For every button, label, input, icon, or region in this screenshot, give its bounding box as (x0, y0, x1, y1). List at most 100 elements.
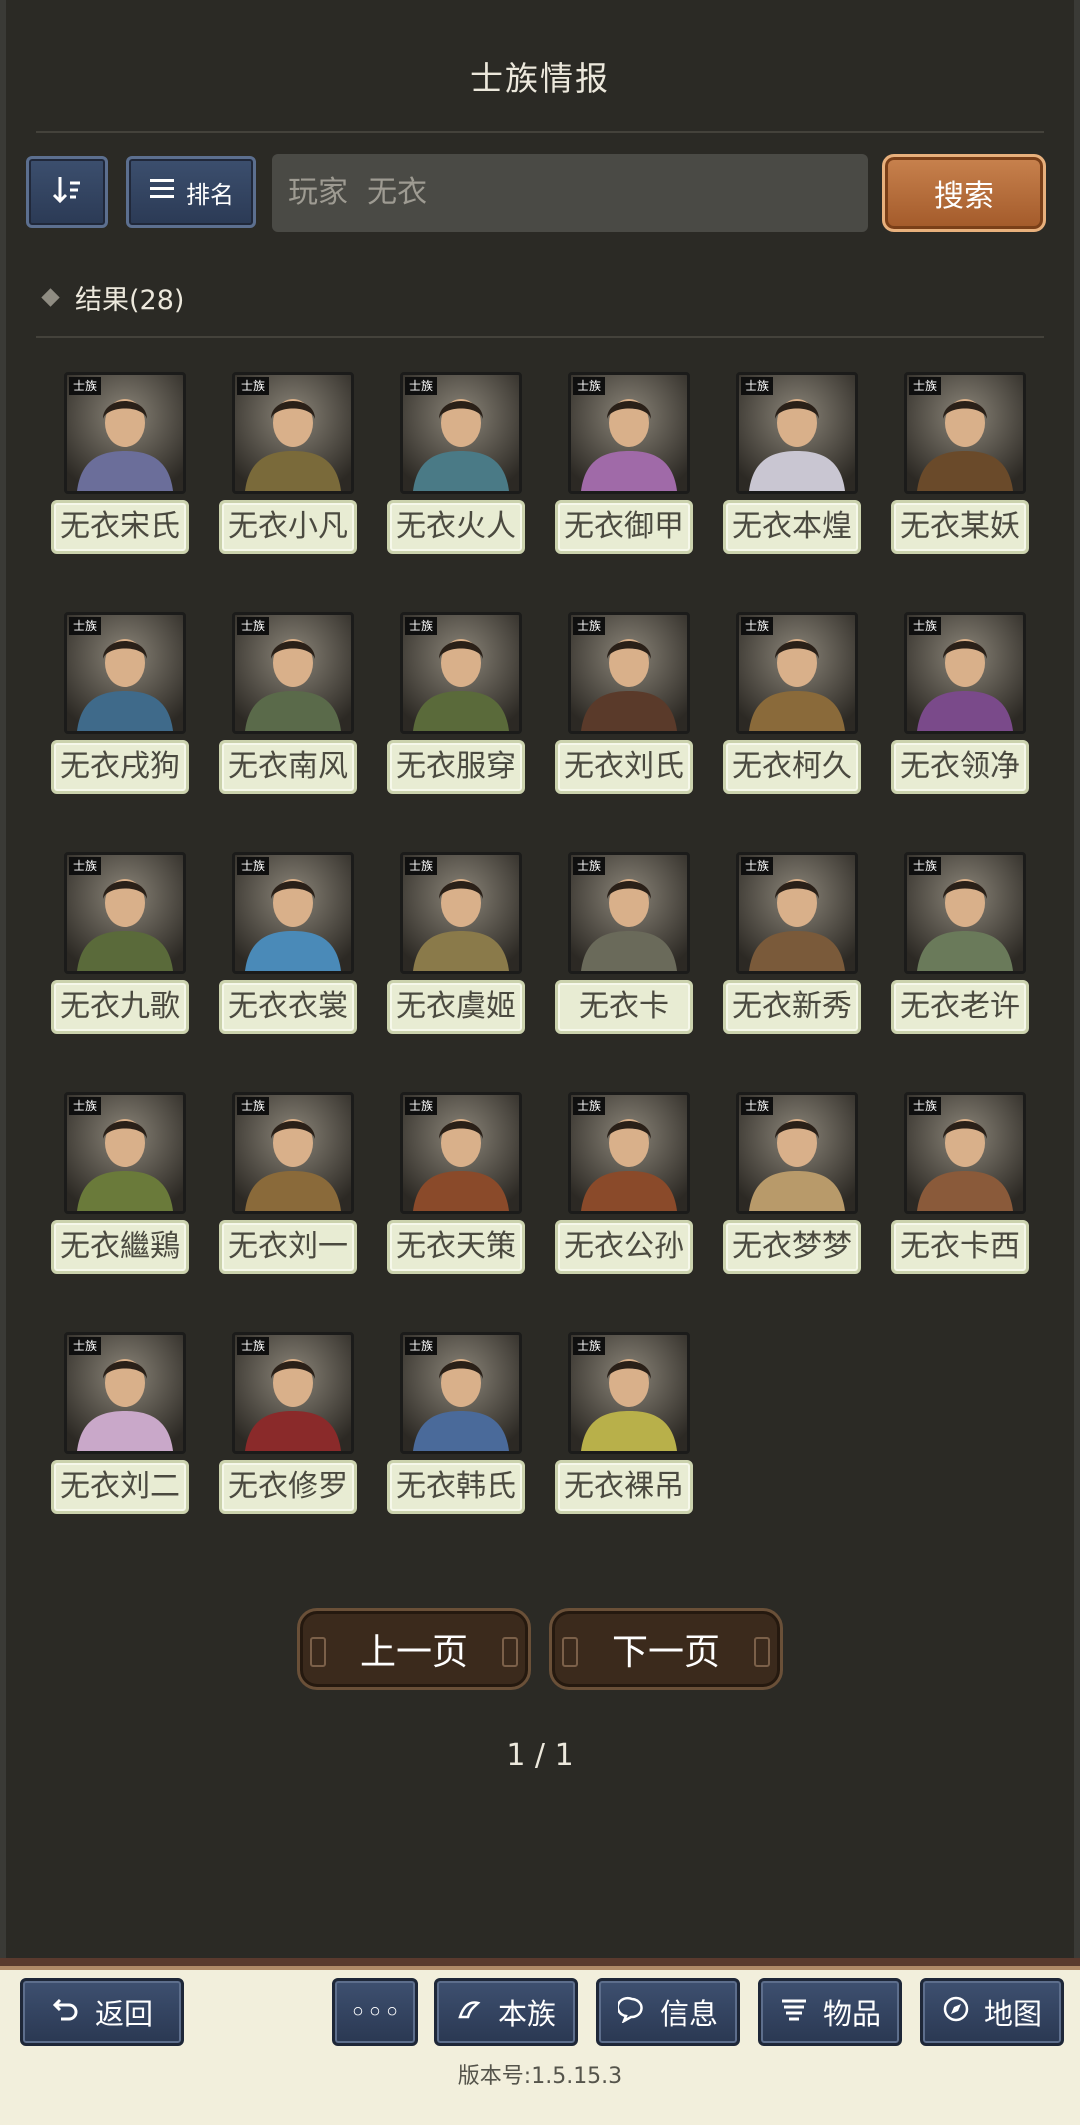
portrait-image[interactable]: 士族 (568, 1332, 690, 1454)
portrait-image[interactable]: 士族 (904, 852, 1026, 974)
member-name[interactable]: 无衣九歌 (51, 980, 189, 1034)
portrait-image[interactable]: 士族 (736, 612, 858, 734)
member-card[interactable]: 士族无衣服穿 (387, 612, 527, 812)
member-card[interactable]: 士族无衣新秀 (723, 852, 863, 1052)
next-page-button[interactable]: 下一页 (549, 1608, 783, 1690)
member-card[interactable]: 士族无衣裸吊 (555, 1332, 695, 1532)
member-card[interactable]: 士族无衣刘氏 (555, 612, 695, 812)
portrait-image[interactable]: 士族 (568, 612, 690, 734)
member-name[interactable]: 无衣修罗 (219, 1460, 357, 1514)
member-card[interactable]: 士族无衣公孙 (555, 1092, 695, 1292)
member-card[interactable]: 士族无衣戌狗 (51, 612, 191, 812)
member-name[interactable]: 无衣公孙 (555, 1220, 693, 1274)
member-card[interactable]: 士族无衣小凡 (219, 372, 359, 572)
member-card[interactable]: 士族无衣天策 (387, 1092, 527, 1292)
member-card[interactable]: 士族无衣领净 (891, 612, 1031, 812)
portrait-image[interactable]: 士族 (904, 1092, 1026, 1214)
member-card[interactable]: 士族无衣本煌 (723, 372, 863, 572)
member-name[interactable]: 无衣戌狗 (51, 740, 189, 794)
compass-icon (942, 1995, 970, 2030)
member-name[interactable]: 无衣宋氏 (51, 500, 189, 554)
member-card[interactable]: 士族无衣卡 (555, 852, 695, 1052)
info-button[interactable]: 信息 (596, 1978, 740, 2046)
portrait-image[interactable]: 士族 (232, 612, 354, 734)
portrait-image[interactable]: 士族 (232, 1092, 354, 1214)
more-button[interactable]: ◦◦◦ (332, 1978, 418, 2046)
portrait-image[interactable]: 士族 (568, 372, 690, 494)
member-card[interactable]: 士族无衣某妖 (891, 372, 1031, 572)
prev-page-button[interactable]: 上一页 (297, 1608, 531, 1690)
member-name[interactable]: 无衣天策 (387, 1220, 525, 1274)
bar-border (0, 1966, 1080, 1970)
portrait-image[interactable]: 士族 (736, 1092, 858, 1214)
member-card[interactable]: 士族无衣柯久 (723, 612, 863, 812)
member-card[interactable]: 士族无衣老许 (891, 852, 1031, 1052)
search-input[interactable] (272, 154, 868, 232)
member-name[interactable]: 无衣柯久 (723, 740, 861, 794)
member-name[interactable]: 无衣领净 (891, 740, 1029, 794)
member-name[interactable]: 无衣某妖 (891, 500, 1029, 554)
member-name[interactable]: 无衣衣裳 (219, 980, 357, 1034)
portrait-image[interactable]: 士族 (400, 612, 522, 734)
portrait-image[interactable]: 士族 (400, 1092, 522, 1214)
member-card[interactable]: 士族无衣韩氏 (387, 1332, 527, 1532)
portrait-image[interactable]: 士族 (64, 372, 186, 494)
member-name[interactable]: 无衣卡西 (891, 1220, 1029, 1274)
member-name[interactable]: 无衣刘二 (51, 1460, 189, 1514)
member-card[interactable]: 士族无衣南风 (219, 612, 359, 812)
rank-button[interactable]: 排名 (126, 156, 256, 228)
member-name[interactable]: 无衣服穿 (387, 740, 525, 794)
portrait-image[interactable]: 士族 (64, 612, 186, 734)
member-name[interactable]: 无衣虞姬 (387, 980, 525, 1034)
clan-tag: 士族 (69, 1097, 102, 1115)
member-card[interactable]: 士族无衣九歌 (51, 852, 191, 1052)
member-name[interactable]: 无衣梦梦 (723, 1220, 861, 1274)
member-name[interactable]: 无衣刘氏 (555, 740, 693, 794)
portrait-image[interactable]: 士族 (400, 372, 522, 494)
member-name[interactable]: 无衣本煌 (723, 500, 861, 554)
member-card[interactable]: 士族无衣刘二 (51, 1332, 191, 1532)
member-card[interactable]: 士族无衣衣裳 (219, 852, 359, 1052)
portrait-image[interactable]: 士族 (736, 372, 858, 494)
portrait-image[interactable]: 士族 (904, 372, 1026, 494)
portrait-image[interactable]: 士族 (232, 1332, 354, 1454)
back-button[interactable]: 返回 (20, 1978, 184, 2046)
portrait-image[interactable]: 士族 (64, 1092, 186, 1214)
member-card[interactable]: 士族无衣御甲 (555, 372, 695, 572)
portrait-image[interactable]: 士族 (232, 372, 354, 494)
member-card[interactable]: 士族无衣火人 (387, 372, 527, 572)
clan-tag: 士族 (237, 377, 270, 395)
member-name[interactable]: 无衣小凡 (219, 500, 357, 554)
member-name[interactable]: 无衣新秀 (723, 980, 861, 1034)
portrait-image[interactable]: 士族 (64, 852, 186, 974)
member-name[interactable]: 无衣卡 (555, 980, 693, 1034)
member-name[interactable]: 无衣御甲 (555, 500, 693, 554)
member-card[interactable]: 士族无衣宋氏 (51, 372, 191, 572)
member-name[interactable]: 无衣火人 (387, 500, 525, 554)
clan-button[interactable]: 本族 (434, 1978, 578, 2046)
portrait-image[interactable]: 士族 (904, 612, 1026, 734)
portrait-image[interactable]: 士族 (64, 1332, 186, 1454)
member-name[interactable]: 无衣南风 (219, 740, 357, 794)
portrait-image[interactable]: 士族 (568, 1092, 690, 1214)
portrait-image[interactable]: 士族 (400, 1332, 522, 1454)
member-name[interactable]: 无衣刘一 (219, 1220, 357, 1274)
search-button[interactable]: 搜索 (882, 154, 1046, 232)
member-name[interactable]: 无衣老许 (891, 980, 1029, 1034)
portrait-image[interactable]: 士族 (568, 852, 690, 974)
member-card[interactable]: 士族无衣修罗 (219, 1332, 359, 1532)
portrait-image[interactable]: 士族 (736, 852, 858, 974)
member-card[interactable]: 士族无衣虞姬 (387, 852, 527, 1052)
member-name[interactable]: 无衣繼鶏 (51, 1220, 189, 1274)
portrait-image[interactable]: 士族 (400, 852, 522, 974)
portrait-image[interactable]: 士族 (232, 852, 354, 974)
member-card[interactable]: 士族无衣梦梦 (723, 1092, 863, 1292)
member-name[interactable]: 无衣韩氏 (387, 1460, 525, 1514)
map-button[interactable]: 地图 (920, 1978, 1064, 2046)
sort-button[interactable] (26, 156, 108, 228)
items-button[interactable]: 物品 (758, 1978, 902, 2046)
member-card[interactable]: 士族无衣繼鶏 (51, 1092, 191, 1292)
member-card[interactable]: 士族无衣卡西 (891, 1092, 1031, 1292)
member-name[interactable]: 无衣裸吊 (555, 1460, 693, 1514)
member-card[interactable]: 士族无衣刘一 (219, 1092, 359, 1292)
